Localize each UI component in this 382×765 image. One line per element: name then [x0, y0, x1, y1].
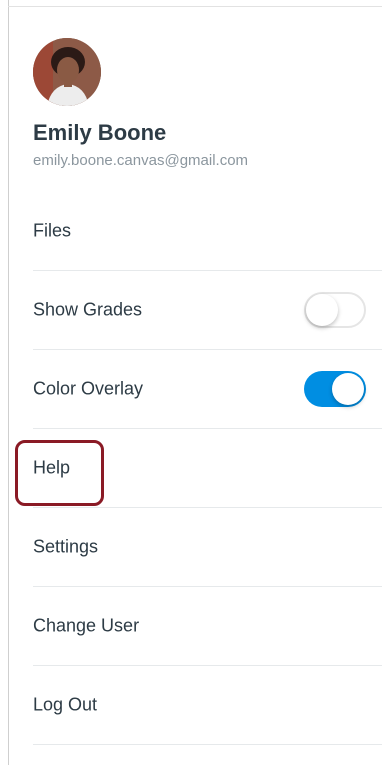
menu-item-files[interactable]: Files — [33, 192, 382, 271]
toggle-knob — [306, 294, 338, 326]
menu-item-log-out[interactable]: Log Out — [33, 666, 382, 745]
menu-item-label: Change User — [33, 615, 140, 636]
menu-item-label: Help — [33, 457, 71, 478]
drawer-top-border — [8, 6, 382, 7]
menu-item-label: Files — [33, 220, 72, 241]
drawer-left-border — [8, 0, 9, 765]
menu-item-show-grades[interactable]: Show Grades — [33, 271, 382, 350]
menu-item-label: Log Out — [33, 694, 98, 715]
menu-item-change-user[interactable]: Change User — [33, 587, 382, 666]
user-name: Emily Boone — [33, 120, 167, 145]
menu-item-help[interactable]: Help — [33, 429, 382, 508]
menu-item-label: Settings — [33, 536, 99, 557]
user-email: emily.boone.canvas@gmail.com — [33, 152, 249, 169]
drawer-menu: Files Show Grades Color Overlay Help Set… — [33, 192, 382, 745]
avatar-photo — [33, 38, 101, 106]
menu-item-label: Show Grades — [33, 299, 143, 320]
menu-item-settings[interactable]: Settings — [33, 508, 382, 587]
menu-item-color-overlay[interactable]: Color Overlay — [33, 350, 382, 429]
avatar[interactable] — [33, 38, 101, 106]
menu-item-label: Color Overlay — [33, 378, 144, 399]
color-overlay-toggle[interactable] — [304, 371, 366, 407]
profile-drawer: Emily Boone emily.boone.canvas@gmail.com… — [0, 0, 382, 765]
show-grades-toggle[interactable] — [304, 292, 366, 328]
toggle-knob — [332, 373, 364, 405]
